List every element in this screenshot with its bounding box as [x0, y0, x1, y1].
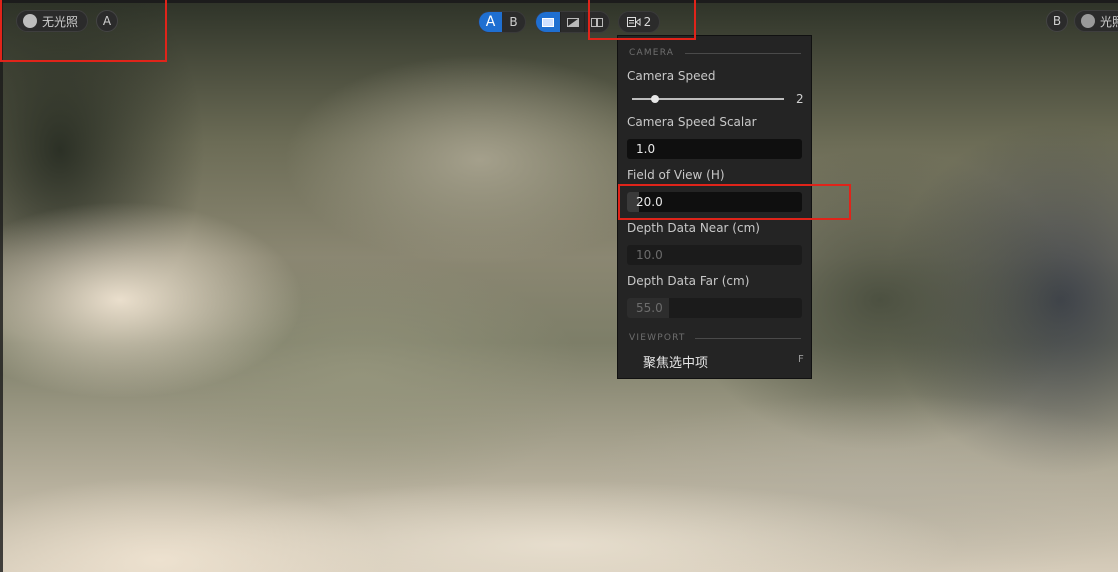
top-border [0, 0, 1118, 3]
ab-a-label: A [485, 14, 496, 30]
highlight-box-fov [618, 184, 851, 220]
camera-speed-slider-thumb[interactable] [650, 95, 659, 103]
layout-split-button[interactable] [559, 12, 585, 32]
ab-b-label: B [509, 15, 518, 29]
depth-near-input[interactable]: 10.0 [627, 245, 802, 265]
depth-far-input[interactable]: 55.0 [627, 298, 802, 318]
depth-near-label: Depth Data Near (cm) [627, 221, 760, 235]
layout-single-button[interactable] [536, 12, 560, 32]
depth-far-label: Depth Data Far (cm) [627, 274, 750, 288]
camera-section-header: CAMERA [629, 48, 675, 58]
camera-speed-label: Camera Speed [627, 69, 716, 83]
ab-toggle: A B [478, 11, 526, 33]
ab-toggle-b[interactable]: B [502, 12, 525, 32]
viewport-section-header: VIEWPORT [629, 333, 686, 343]
viewport-split-icon [566, 17, 579, 27]
camera-section-divider [685, 53, 801, 54]
camera-speed-scalar-input[interactable]: 1.0 [627, 139, 802, 159]
camera-speed-scalar-label: Camera Speed Scalar [627, 115, 757, 129]
ab-toggle-a[interactable]: A [479, 12, 502, 32]
viewport-section-divider [695, 338, 801, 339]
right-lighting-mode-button[interactable]: 光照 [1074, 10, 1118, 32]
highlight-box-lighting [0, 0, 167, 62]
viewport-b-label: B [1052, 14, 1062, 28]
field-of-view-label: Field of View (H) [627, 168, 725, 182]
right-lighting-mode-label: 光照 [1100, 14, 1118, 29]
depth-far-value: 55.0 [636, 301, 663, 315]
viewport-single-icon [541, 17, 554, 27]
highlight-box-camera-button [588, 0, 696, 40]
camera-speed-scalar-value: 1.0 [636, 142, 656, 156]
left-border [0, 0, 3, 572]
viewport-b-button[interactable]: B [1046, 10, 1068, 32]
camera-speed-value: 2 [796, 92, 804, 106]
focus-selected-menu-item[interactable]: 聚焦选中项 [643, 352, 708, 371]
right-lighting-dot-icon [1081, 14, 1095, 28]
focus-selected-shortcut: F [798, 354, 804, 365]
depth-near-value: 10.0 [636, 248, 663, 262]
scene-viewport[interactable] [0, 0, 1118, 572]
